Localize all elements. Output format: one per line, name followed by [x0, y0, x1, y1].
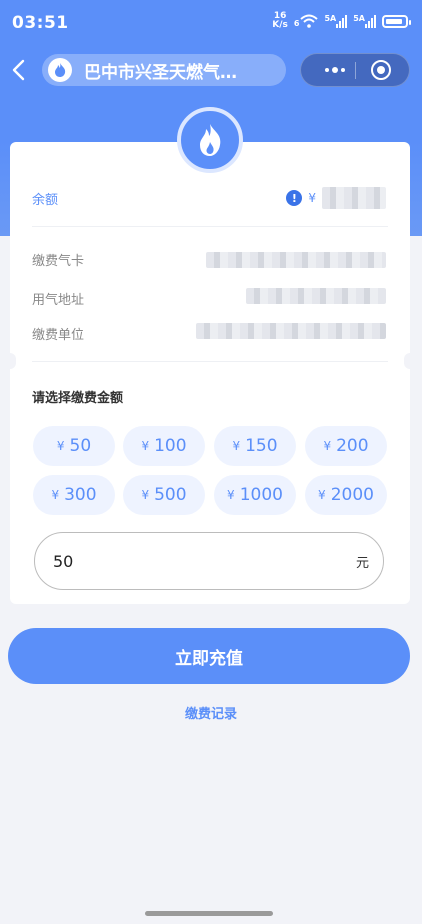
sim1-badge: 5A	[324, 14, 337, 23]
custom-amount-value[interactable]: 50	[53, 552, 356, 571]
miniapp-capsule	[300, 53, 410, 87]
capsule-divider	[355, 62, 356, 79]
more-dot-icon	[341, 68, 345, 72]
amount-option[interactable]: ¥150	[214, 426, 296, 466]
recharge-button[interactable]: 立即充值	[8, 628, 410, 684]
more-dot-icon	[332, 67, 338, 73]
miniapp-title-pill[interactable]: 巴中市兴圣天燃气…	[42, 54, 286, 86]
amount-option[interactable]: ¥200	[305, 426, 387, 466]
amount-section-title: 请选择缴费金额	[32, 391, 124, 406]
balance-label: 余额	[32, 193, 59, 208]
amount-option[interactable]: ¥300	[33, 475, 115, 515]
battery-icon	[382, 14, 411, 28]
payment-history-link[interactable]: 缴费记录	[0, 703, 422, 722]
status-time: 03:51	[12, 13, 69, 33]
home-indicator[interactable]	[145, 911, 273, 916]
flame-logo-icon	[48, 58, 72, 82]
more-button[interactable]	[315, 54, 355, 86]
balance-currency: ¥	[308, 191, 316, 205]
currency-unit: 元	[355, 555, 369, 571]
card-number-masked	[206, 252, 386, 268]
sim2-badge: 5A	[353, 14, 365, 23]
card-notch-right	[404, 353, 416, 369]
chevron-left-icon	[12, 59, 25, 81]
divider	[32, 361, 388, 362]
network-speed-unit: K/s	[272, 20, 288, 30]
address-label: 用气地址	[32, 293, 85, 308]
close-miniapp-button[interactable]	[371, 60, 391, 80]
status-bar: 03:51 16 K/s 6 5A 5A	[0, 0, 422, 46]
custom-amount-field[interactable]: 50 元	[34, 532, 384, 590]
amount-option[interactable]: ¥1000	[214, 475, 296, 515]
flame-icon	[177, 107, 243, 173]
address-masked	[246, 288, 386, 304]
card-notch-left	[4, 353, 16, 369]
amount-option[interactable]: ¥100	[123, 426, 205, 466]
divider	[32, 226, 388, 227]
amount-option[interactable]: ¥2000	[305, 475, 387, 515]
wifi-icon: 6	[294, 14, 319, 28]
info-icon[interactable]: !	[286, 190, 303, 206]
more-dot-icon	[325, 68, 329, 72]
battery-level	[386, 18, 403, 24]
status-indicators: 16 K/s 6 5A 5A	[272, 12, 411, 30]
signal-sim1-icon: 5A	[324, 14, 348, 28]
payee-unit-masked	[196, 323, 386, 339]
signal-sim2-icon: 5A	[353, 14, 376, 28]
card-number-label: 缴费气卡	[32, 254, 85, 269]
balance-value: ! ¥	[286, 187, 386, 209]
page-title: 巴中市兴圣天燃气…	[84, 62, 237, 83]
back-button[interactable]	[8, 56, 32, 84]
recharge-card: 余额 ! ¥ 缴费气卡 用气地址 缴费单位 请选择缴费金额 ¥50 ¥100 ¥…	[10, 142, 410, 604]
network-speed: 16 K/s	[272, 12, 288, 30]
payee-unit-label: 缴费单位	[32, 328, 85, 343]
amount-option[interactable]: ¥500	[123, 475, 205, 515]
wifi-badge: 6	[293, 19, 300, 28]
balance-amount-masked	[322, 187, 386, 209]
amount-option[interactable]: ¥50	[33, 426, 115, 466]
